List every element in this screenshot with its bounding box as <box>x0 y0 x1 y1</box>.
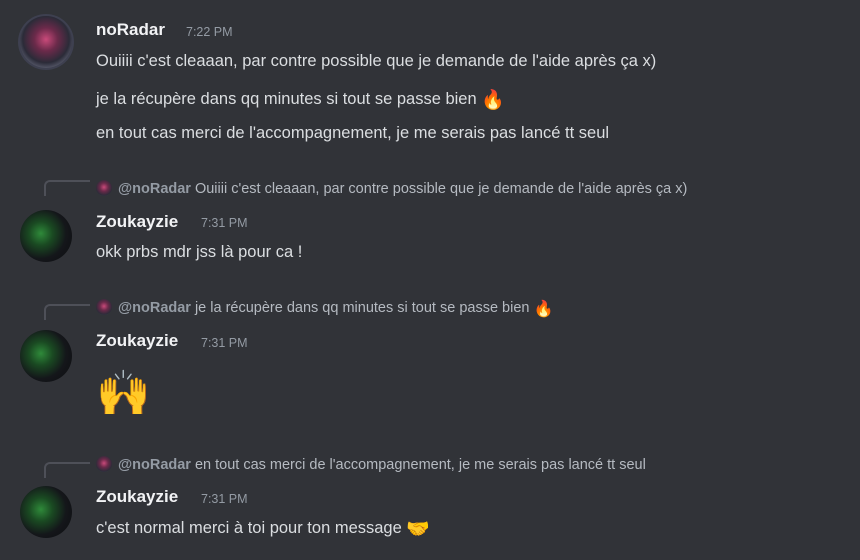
fire-icon: 🔥 <box>481 90 505 111</box>
reply-text: je la récupère dans qq minutes si tout s… <box>194 300 530 316</box>
timestamp: 7:31 PM <box>201 216 248 230</box>
author-name[interactable]: Zoukayzie <box>96 331 178 351</box>
author-name[interactable]: Zoukayzie <box>96 487 178 507</box>
avatar[interactable] <box>20 330 72 382</box>
reply-connector <box>44 462 90 478</box>
reply-mention[interactable]: @noRadar <box>118 181 191 197</box>
timestamp: 7:22 PM <box>186 25 233 39</box>
reply-preview[interactable]: @noRadar Ouiiii c'est cleaaan, par contre… <box>96 180 687 197</box>
reply-preview[interactable]: @noRadar en tout cas merci de l'accompagn… <box>96 456 646 473</box>
reply-connector <box>44 304 90 320</box>
reply-avatar <box>96 299 112 315</box>
reply-mention[interactable]: @noRadar <box>118 300 191 316</box>
message-text: je la récupère dans qq minutes si tout s… <box>96 90 477 108</box>
fire-icon: 🔥 <box>533 301 554 318</box>
message-line: Ouiiii c'est cleaaan, par contre possibl… <box>96 52 657 70</box>
reply-mention[interactable]: @noRadar <box>118 457 191 473</box>
reply-text: en tout cas merci de l'accompagnement, j… <box>194 457 646 473</box>
reply-connector <box>44 180 90 196</box>
message-line: en tout cas merci de l'accompagnement, j… <box>96 124 610 142</box>
handshake-icon: 🤝 <box>406 519 431 540</box>
reply-preview[interactable]: @noRadar je la récupère dans qq minutes s… <box>96 299 553 319</box>
avatar[interactable] <box>20 16 72 68</box>
message-line: je la récupère dans qq minutes si tout s… <box>96 88 505 112</box>
avatar[interactable] <box>20 210 72 262</box>
avatar[interactable] <box>20 486 72 538</box>
raised-hands-icon: 🙌 <box>96 368 151 419</box>
timestamp: 7:31 PM <box>201 492 248 506</box>
author-name[interactable]: noRadar <box>96 20 165 40</box>
reply-text: Ouiiii c'est cleaaan, par contre possibl… <box>194 181 688 197</box>
reply-avatar <box>96 180 112 196</box>
message-line: c'est normal merci à toi pour ton messag… <box>96 517 430 541</box>
author-name[interactable]: Zoukayzie <box>96 212 178 232</box>
message-text: okk prbs mdr jss là pour ca ! <box>96 243 303 261</box>
reply-avatar <box>96 456 112 472</box>
message-text: c'est normal merci à toi pour ton messag… <box>96 519 402 537</box>
timestamp: 7:31 PM <box>201 336 248 350</box>
